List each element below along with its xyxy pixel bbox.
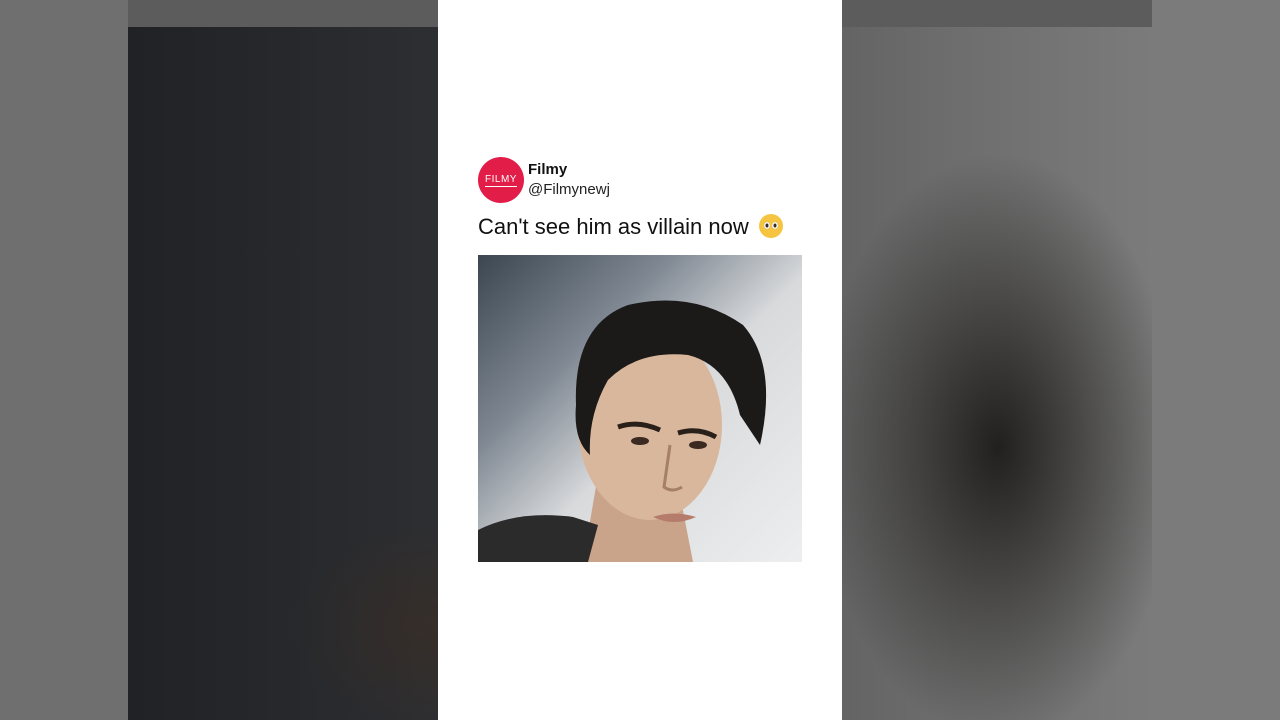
post-photo[interactable]	[478, 255, 802, 562]
left-background	[0, 0, 128, 720]
post-text: Can't see him as villain now	[478, 214, 783, 240]
post-text-content: Can't see him as villain now	[478, 214, 749, 239]
post-header: FILMY Filmy @Filmynewj	[478, 157, 610, 203]
pleading-face-icon	[758, 214, 783, 238]
avatar[interactable]: FILMY	[478, 157, 524, 203]
right-background	[1152, 0, 1280, 720]
portrait-image	[478, 300, 767, 562]
avatar-logo-text: FILMY	[485, 173, 517, 187]
author-info: Filmy @Filmynewj	[528, 160, 610, 200]
display-name[interactable]: Filmy	[528, 160, 610, 180]
handle[interactable]: @Filmynewj	[528, 180, 610, 200]
post-card: FILMY Filmy @Filmynewj Can't see him as …	[438, 0, 842, 720]
